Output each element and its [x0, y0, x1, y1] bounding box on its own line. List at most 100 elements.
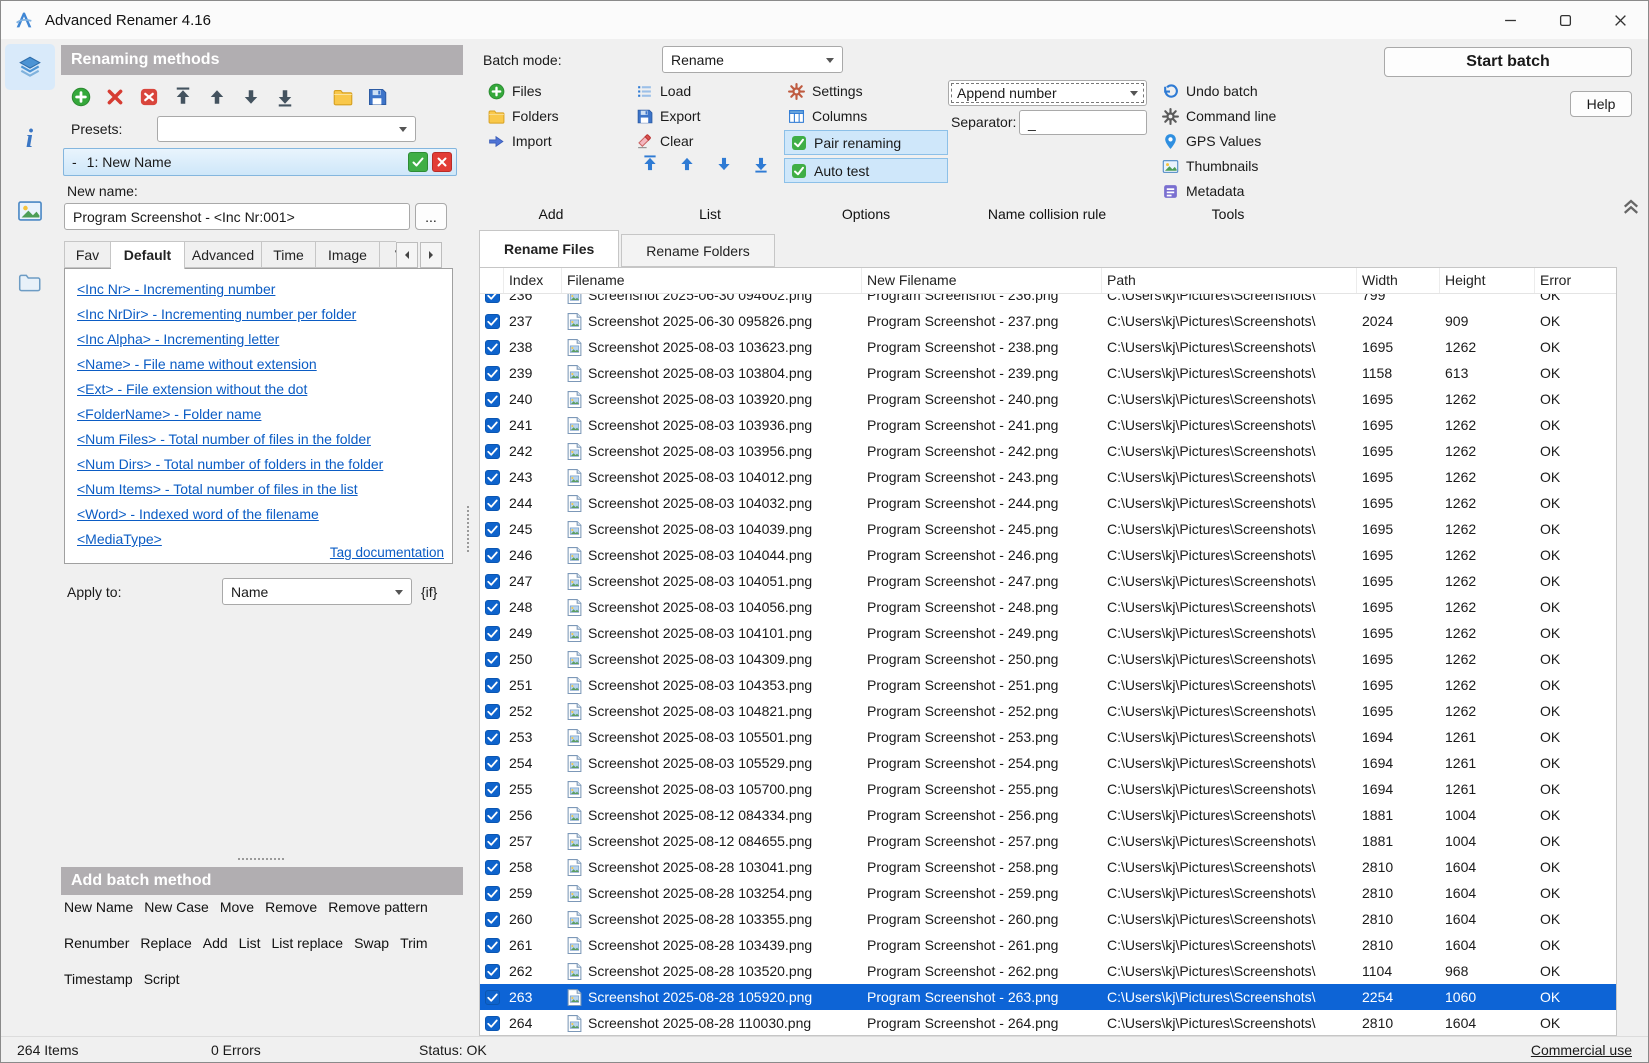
tabs-scroll-right-button[interactable]	[420, 242, 442, 268]
column-header-error[interactable]: Error	[1535, 268, 1617, 293]
table-row[interactable]: 253Screenshot 2025-08-03 105501.pngProgr…	[480, 724, 1616, 750]
start-batch-button[interactable]: Start batch	[1384, 47, 1632, 77]
batch-method-add[interactable]: Add	[203, 935, 228, 955]
table-row[interactable]: 244Screenshot 2025-08-03 104032.pngProgr…	[480, 490, 1616, 516]
move-method-bottom-button[interactable]	[275, 87, 295, 107]
load-button[interactable]: Load	[632, 80, 700, 102]
row-checkbox[interactable]	[480, 438, 504, 464]
folders-button[interactable]: Folders	[484, 105, 559, 127]
tag-link[interactable]: <Name> - File name without extension	[77, 352, 440, 377]
remove-all-methods-button[interactable]	[139, 87, 159, 107]
table-row[interactable]: 236Screenshot 2025-06-30 094602.pngProgr…	[480, 294, 1616, 308]
table-row[interactable]: 264Screenshot 2025-08-28 110030.pngProgr…	[480, 1010, 1616, 1036]
tab-rename-folders[interactable]: Rename Folders	[621, 234, 775, 267]
batch-method-script[interactable]: Script	[144, 971, 180, 991]
row-checkbox[interactable]	[480, 516, 504, 542]
clear-button[interactable]: Clear	[632, 130, 700, 152]
if-condition-button[interactable]: {if}	[421, 584, 437, 600]
table-row-partial[interactable]: 236Screenshot 2025-06-30 094602.pngProgr…	[480, 294, 1616, 308]
table-row[interactable]: 261Screenshot 2025-08-28 103439.pngProgr…	[480, 932, 1616, 958]
tab-image[interactable]: Image	[316, 241, 380, 268]
arrow-up-button[interactable]	[678, 155, 696, 173]
row-checkbox[interactable]	[480, 776, 504, 802]
tag-link[interactable]: <Num Files> - Total number of files in t…	[77, 427, 440, 452]
batch-method-remove-pattern[interactable]: Remove pattern	[328, 899, 428, 919]
arrow-top-button[interactable]	[641, 155, 659, 173]
files-button[interactable]: Files	[484, 80, 559, 102]
new-name-input[interactable]: Program Screenshot - <Inc Nr:001>	[64, 203, 410, 230]
presets-dropdown[interactable]	[157, 116, 416, 142]
license-link[interactable]: Commercial use	[1531, 1042, 1632, 1058]
arrow-bottom-button[interactable]	[752, 155, 770, 173]
tabs-scroll-left-button[interactable]	[396, 242, 418, 268]
table-row[interactable]: 239Screenshot 2025-08-03 103804.pngProgr…	[480, 360, 1616, 386]
move-method-up-button[interactable]	[207, 87, 227, 107]
batch-method-trim[interactable]: Trim	[400, 935, 427, 955]
column-header-checkbox[interactable]	[480, 268, 504, 293]
table-row[interactable]: 245Screenshot 2025-08-03 104039.pngProgr…	[480, 516, 1616, 542]
import-button[interactable]: Import	[484, 130, 559, 152]
table-row[interactable]: 240Screenshot 2025-08-03 103920.pngProgr…	[480, 386, 1616, 412]
row-checkbox[interactable]	[480, 880, 504, 906]
column-header-height[interactable]: Height	[1440, 268, 1535, 293]
tag-documentation-link[interactable]: Tag documentation	[330, 545, 444, 560]
row-checkbox[interactable]	[480, 386, 504, 412]
method-item-new-name[interactable]: - 1: New Name	[63, 148, 457, 176]
minimize-button[interactable]	[1483, 1, 1538, 39]
table-row[interactable]: 262Screenshot 2025-08-28 103520.pngProgr…	[480, 958, 1616, 984]
table-row[interactable]: 259Screenshot 2025-08-28 103254.pngProgr…	[480, 880, 1616, 906]
tab-v[interactable]: V	[380, 241, 396, 268]
metadata-button[interactable]: Metadata	[1158, 180, 1276, 202]
row-checkbox[interactable]	[480, 828, 504, 854]
help-button[interactable]: Help	[1570, 91, 1632, 117]
move-method-top-button[interactable]	[173, 87, 193, 107]
row-checkbox[interactable]	[480, 724, 504, 750]
column-header-width[interactable]: Width	[1357, 268, 1440, 293]
table-row[interactable]: 238Screenshot 2025-08-03 103623.pngProgr…	[480, 334, 1616, 360]
batch-method-list[interactable]: List	[239, 935, 261, 955]
row-checkbox[interactable]	[480, 932, 504, 958]
row-checkbox[interactable]	[480, 802, 504, 828]
tag-link[interactable]: <Num Dirs> - Total number of folders in …	[77, 452, 440, 477]
collapse-panel-button[interactable]	[1621, 197, 1641, 215]
tag-link[interactable]: <Inc NrDir> - Incrementing number per fo…	[77, 302, 440, 327]
batch-method-remove[interactable]: Remove	[265, 899, 317, 919]
tab-advanced[interactable]: Advanced	[185, 241, 262, 268]
batch-method-renumber[interactable]: Renumber	[64, 935, 129, 955]
table-row[interactable]: 257Screenshot 2025-08-12 084655.pngProgr…	[480, 828, 1616, 854]
settings-button[interactable]: Settings	[784, 80, 948, 102]
row-checkbox[interactable]	[480, 1010, 504, 1036]
table-row[interactable]: 247Screenshot 2025-08-03 104051.pngProgr…	[480, 568, 1616, 594]
row-checkbox[interactable]	[480, 490, 504, 516]
separator-input[interactable]: _	[1019, 110, 1147, 135]
tag-link[interactable]: <Word> - Indexed word of the filename	[77, 502, 440, 527]
table-row[interactable]: 251Screenshot 2025-08-03 104353.pngProgr…	[480, 672, 1616, 698]
tag-link[interactable]: <Inc Alpha> - Incrementing letter	[77, 327, 440, 352]
remove-method-button[interactable]	[105, 87, 125, 107]
row-checkbox[interactable]	[480, 360, 504, 386]
row-checkbox[interactable]	[480, 334, 504, 360]
undo-batch-button[interactable]: Undo batch	[1158, 80, 1276, 102]
method-collapse-indicator[interactable]: -	[72, 154, 77, 170]
pair-renaming-toggle[interactable]: Pair renaming	[784, 130, 948, 155]
tab-fav[interactable]: Fav	[64, 241, 111, 268]
row-checkbox[interactable]	[480, 646, 504, 672]
browse-tags-button[interactable]: ...	[415, 203, 447, 230]
row-checkbox[interactable]	[480, 568, 504, 594]
tag-link[interactable]: <FolderName> - Folder name	[77, 402, 440, 427]
table-row[interactable]: 237Screenshot 2025-06-30 095826.pngProgr…	[480, 308, 1616, 334]
maximize-button[interactable]	[1538, 1, 1593, 39]
rail-item-folders[interactable]	[5, 260, 55, 306]
column-header-new-filename[interactable]: New Filename	[862, 268, 1102, 293]
table-row[interactable]: 248Screenshot 2025-08-03 104056.pngProgr…	[480, 594, 1616, 620]
open-preset-button[interactable]	[333, 87, 353, 107]
table-row[interactable]: 256Screenshot 2025-08-12 084334.pngProgr…	[480, 802, 1616, 828]
method-delete-button[interactable]	[432, 152, 452, 172]
tab-rename-files[interactable]: Rename Files	[479, 230, 619, 267]
move-method-down-button[interactable]	[241, 87, 261, 107]
table-row[interactable]: 255Screenshot 2025-08-03 105700.pngProgr…	[480, 776, 1616, 802]
table-row[interactable]: 250Screenshot 2025-08-03 104309.pngProgr…	[480, 646, 1616, 672]
rail-item-info[interactable]: i	[5, 116, 55, 162]
row-checkbox[interactable]	[480, 984, 504, 1010]
row-checkbox[interactable]	[480, 672, 504, 698]
